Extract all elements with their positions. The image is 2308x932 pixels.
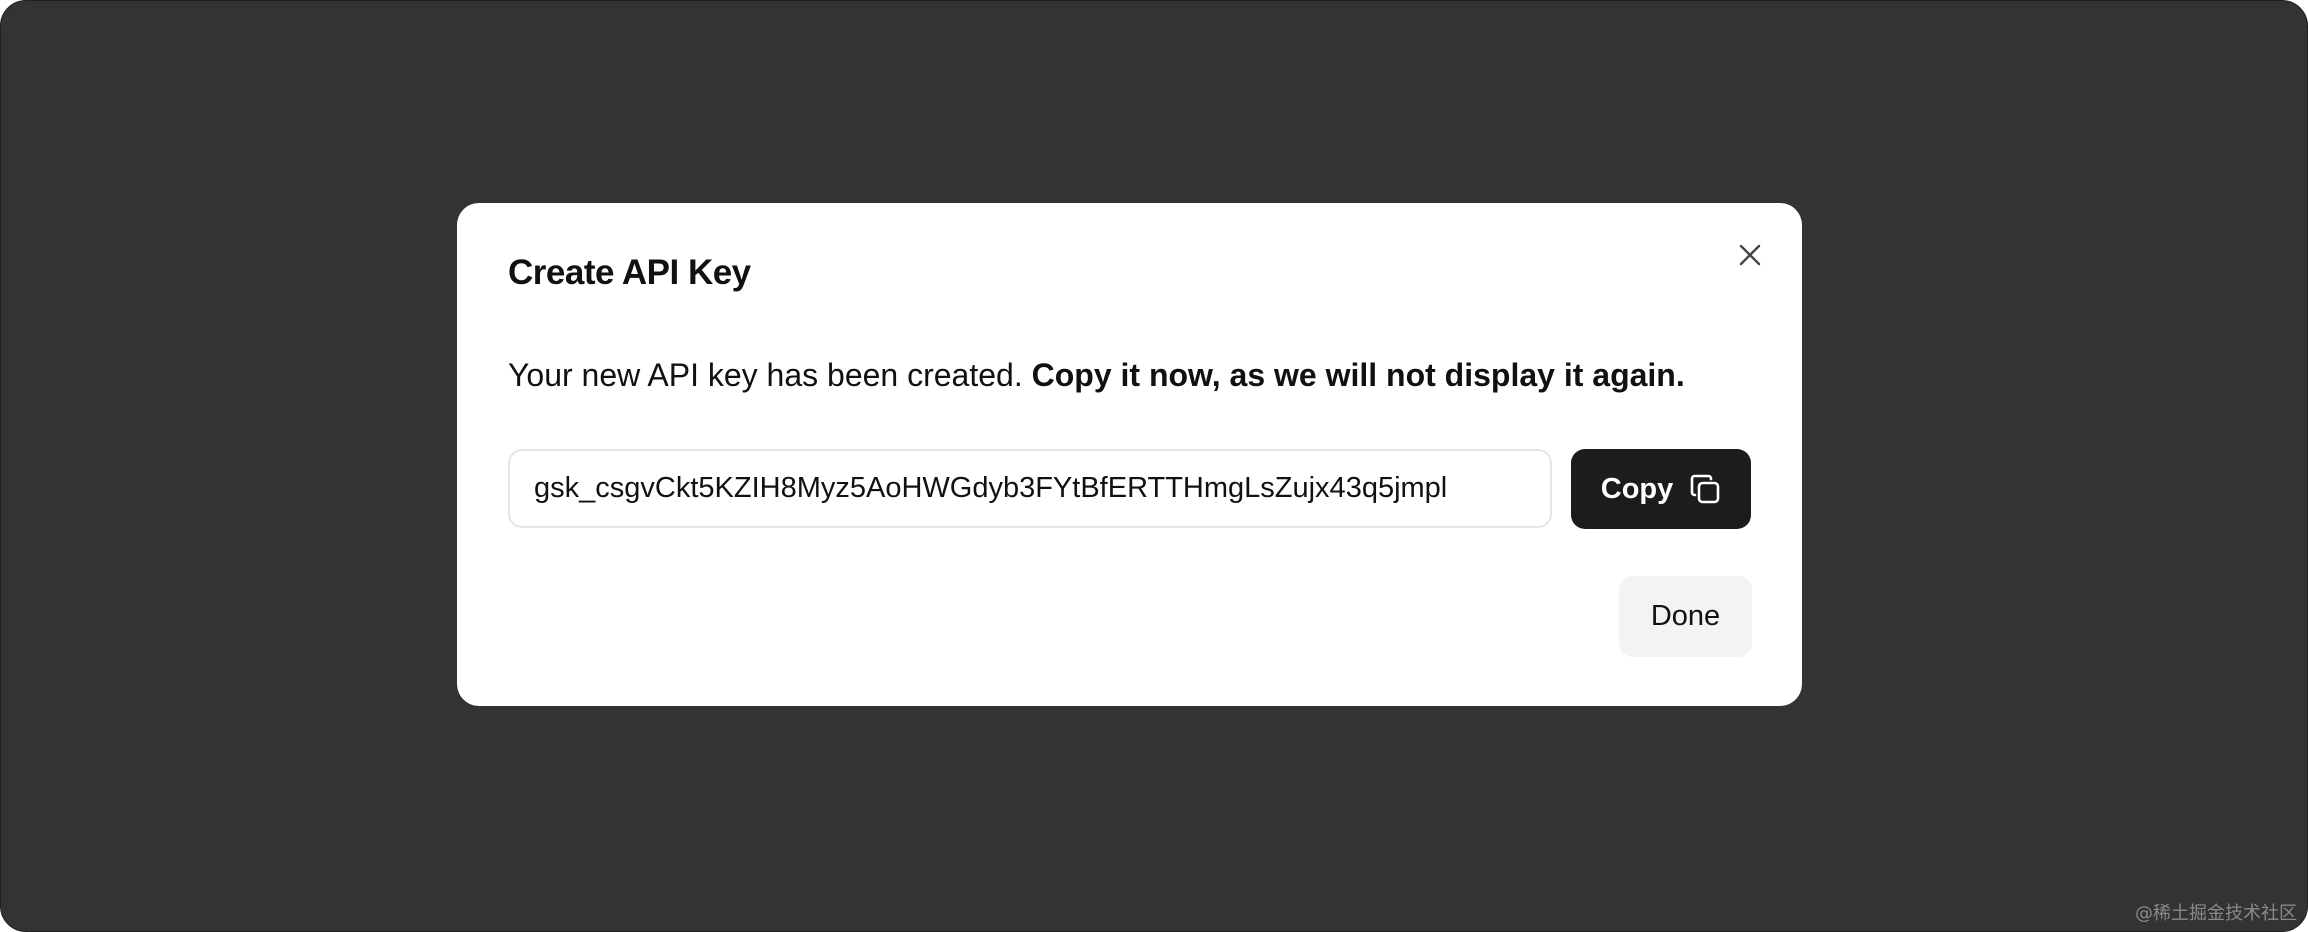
dialog-message: Your new API key has been created. Copy … <box>508 353 1685 397</box>
watermark: @稀土掘金技术社区 <box>2135 903 2297 924</box>
close-icon <box>1739 244 1761 266</box>
message-warning: Copy it now, as we will not display it a… <box>1031 357 1685 393</box>
copy-button-label: Copy <box>1600 472 1674 505</box>
api-key-field[interactable] <box>508 449 1552 528</box>
copy-button[interactable]: Copy <box>1571 449 1751 529</box>
message-text: Your new API key has been created. <box>508 357 1032 393</box>
app-backdrop: Create API Key Your new API key has been… <box>0 0 2308 932</box>
close-button[interactable] <box>1730 235 1770 275</box>
copy-icon <box>1690 474 1720 504</box>
dialog-title: Create API Key <box>508 253 751 292</box>
done-button[interactable]: Done <box>1619 576 1752 657</box>
create-api-key-dialog: Create API Key Your new API key has been… <box>457 203 1802 706</box>
